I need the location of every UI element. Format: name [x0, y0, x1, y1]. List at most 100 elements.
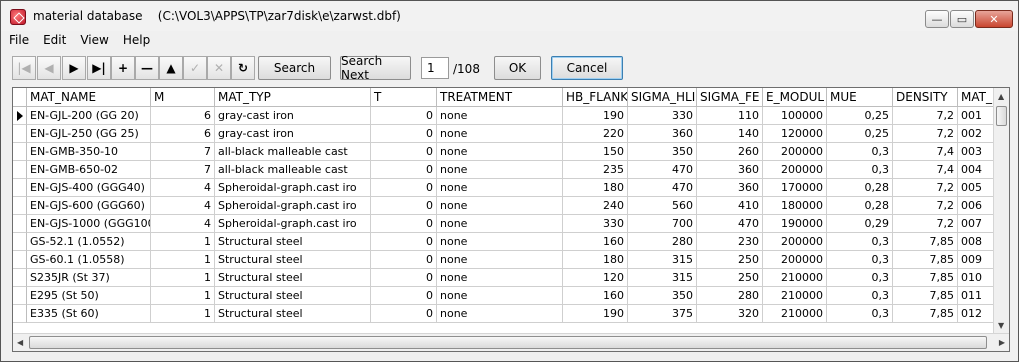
table-cell[interactable]: none: [437, 179, 563, 197]
table-cell[interactable]: 0: [371, 251, 437, 269]
table-cell[interactable]: 200000: [763, 233, 827, 251]
table-cell[interactable]: 7: [151, 161, 215, 179]
table-cell[interactable]: 0,3: [827, 143, 893, 161]
table-cell[interactable]: 7,4: [893, 161, 958, 179]
table-cell[interactable]: 120000: [763, 125, 827, 143]
table-cell[interactable]: 001: [958, 107, 998, 125]
table-cell[interactable]: 0,28: [827, 197, 893, 215]
table-cell[interactable]: 009: [958, 251, 998, 269]
table-cell[interactable]: 190: [563, 107, 628, 125]
table-cell[interactable]: 280: [628, 233, 697, 251]
table-cell[interactable]: 0: [371, 143, 437, 161]
row-indicator[interactable]: [13, 215, 27, 233]
maximize-button[interactable]: ▭: [950, 10, 974, 28]
table-cell[interactable]: 250: [697, 269, 763, 287]
table-cell[interactable]: 7,85: [893, 269, 958, 287]
cancel-edit-icon[interactable]: ✕: [207, 56, 231, 80]
table-cell[interactable]: 0: [371, 197, 437, 215]
row-indicator[interactable]: [13, 305, 27, 323]
table-cell[interactable]: 375: [628, 305, 697, 323]
table-cell[interactable]: 560: [628, 197, 697, 215]
scroll-down-icon[interactable]: ▼: [998, 321, 1004, 330]
table-cell[interactable]: 4: [151, 215, 215, 233]
table-cell[interactable]: 410: [697, 197, 763, 215]
table-cell[interactable]: 230: [697, 233, 763, 251]
table-cell[interactable]: EN-GMB-650-02: [27, 161, 151, 179]
table-cell[interactable]: 007: [958, 215, 998, 233]
table-cell[interactable]: 360: [697, 179, 763, 197]
table-cell[interactable]: 200000: [763, 251, 827, 269]
table-cell[interactable]: 700: [628, 215, 697, 233]
refresh-icon[interactable]: ↻: [231, 56, 255, 80]
next-record-icon[interactable]: ▶: [62, 56, 86, 80]
table-cell[interactable]: 235: [563, 161, 628, 179]
table-cell[interactable]: 210000: [763, 287, 827, 305]
table-cell[interactable]: EN-GJS-400 (GGG40): [27, 179, 151, 197]
table-cell[interactable]: 160: [563, 287, 628, 305]
table-cell[interactable]: 190000: [763, 215, 827, 233]
column-header[interactable]: M: [151, 88, 215, 107]
data-grid[interactable]: MAT_NAME M MAT_TYP T TREATMENT HB_FLANK …: [12, 87, 1010, 352]
table-row[interactable]: EN-GJS-600 (GGG60) 4 Spheroidal-graph.cast…: [13, 197, 998, 215]
table-cell[interactable]: 470: [697, 215, 763, 233]
table-cell[interactable]: Structural steel: [215, 269, 371, 287]
table-cell[interactable]: 360: [697, 161, 763, 179]
column-header[interactable]: TREATMENT: [437, 88, 563, 107]
table-cell[interactable]: 140: [697, 125, 763, 143]
menu-view[interactable]: View: [80, 33, 108, 47]
table-cell[interactable]: 004: [958, 161, 998, 179]
table-cell[interactable]: 315: [628, 269, 697, 287]
table-cell[interactable]: 7: [151, 143, 215, 161]
table-cell[interactable]: 1: [151, 251, 215, 269]
column-header[interactable]: MAT_TYP: [215, 88, 371, 107]
table-cell[interactable]: 0,28: [827, 179, 893, 197]
menu-edit[interactable]: Edit: [43, 33, 66, 47]
row-indicator[interactable]: [13, 143, 27, 161]
table-cell[interactable]: 010: [958, 269, 998, 287]
insert-record-icon[interactable]: +: [111, 56, 135, 80]
vertical-scrollbar[interactable]: ▲ ▼: [993, 88, 1009, 333]
table-cell[interactable]: 0: [371, 287, 437, 305]
ok-button[interactable]: OK: [494, 56, 541, 80]
row-indicator[interactable]: [13, 269, 27, 287]
table-cell[interactable]: 7,2: [893, 107, 958, 125]
table-cell[interactable]: 012: [958, 305, 998, 323]
table-cell[interactable]: EN-GJL-200 (GG 20): [27, 107, 151, 125]
table-cell[interactable]: 320: [697, 305, 763, 323]
close-button[interactable]: ✕: [975, 10, 1013, 28]
table-cell[interactable]: 0,25: [827, 125, 893, 143]
table-cell[interactable]: 200000: [763, 161, 827, 179]
column-header[interactable]: MAT_NAME: [27, 88, 151, 107]
table-cell[interactable]: 180: [563, 179, 628, 197]
table-cell[interactable]: 0,3: [827, 233, 893, 251]
table-cell[interactable]: 7,2: [893, 197, 958, 215]
table-cell[interactable]: S235JR (St 37): [27, 269, 151, 287]
table-cell[interactable]: 008: [958, 233, 998, 251]
table-cell[interactable]: 220: [563, 125, 628, 143]
table-cell[interactable]: 100000: [763, 107, 827, 125]
column-header[interactable]: MUE: [827, 88, 893, 107]
table-cell[interactable]: 1: [151, 305, 215, 323]
table-row[interactable]: EN-GMB-350-10 7 all-black malleable cast 0 n…: [13, 143, 998, 161]
table-cell[interactable]: EN-GJS-600 (GGG60): [27, 197, 151, 215]
column-header[interactable]: DENSITY: [893, 88, 958, 107]
table-cell[interactable]: 0,3: [827, 287, 893, 305]
table-cell[interactable]: Structural steel: [215, 251, 371, 269]
table-cell[interactable]: 240: [563, 197, 628, 215]
delete-record-icon[interactable]: —: [135, 56, 159, 80]
table-cell[interactable]: 360: [628, 125, 697, 143]
row-indicator[interactable]: [13, 197, 27, 215]
table-cell[interactable]: gray-cast iron: [215, 125, 371, 143]
table-cell[interactable]: none: [437, 251, 563, 269]
table-row[interactable]: EN-GJS-1000 (GGG100) 4 Spheroidal-graph.ca…: [13, 215, 998, 233]
first-record-icon[interactable]: |◀: [12, 56, 36, 80]
post-edit-icon[interactable]: ✓: [183, 56, 207, 80]
menu-file[interactable]: File: [9, 33, 29, 47]
table-cell[interactable]: none: [437, 305, 563, 323]
table-cell[interactable]: GS-52.1 (1.0552): [27, 233, 151, 251]
table-cell[interactable]: all-black malleable cast: [215, 161, 371, 179]
column-header[interactable]: MAT_N: [958, 88, 998, 107]
current-row-indicator-icon[interactable]: [13, 107, 27, 125]
table-cell[interactable]: gray-cast iron: [215, 107, 371, 125]
table-cell[interactable]: 7,2: [893, 215, 958, 233]
